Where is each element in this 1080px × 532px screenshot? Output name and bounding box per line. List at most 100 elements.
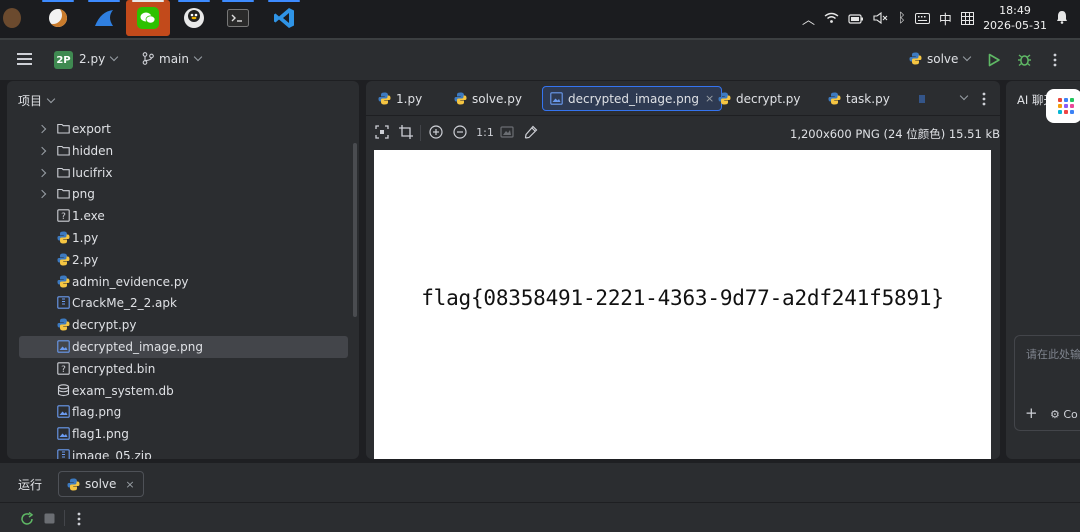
- tree-item-label: encrypted.bin: [72, 361, 156, 376]
- run-more-icon[interactable]: [77, 512, 81, 526]
- battery-icon[interactable]: [848, 12, 864, 24]
- editor-tab[interactable]: decrypted_image.png ×: [542, 86, 723, 111]
- archive-file-icon: [57, 296, 70, 310]
- run-panel-divider: [0, 502, 1080, 503]
- editor-tab[interactable]: solve.py: [454, 86, 522, 111]
- tree-file[interactable]: flag1.png: [7, 423, 351, 445]
- editor-area: 1.py solve.py decrypted_image.png × decrypt.…: [366, 81, 1000, 459]
- tree-file[interactable]: image_05.zip: [7, 445, 351, 459]
- background-toggle-icon[interactable]: [500, 125, 514, 139]
- apps-grid-icon: [1058, 98, 1074, 114]
- tree-file[interactable]: decrypted_image.png: [19, 336, 348, 358]
- ai-chat-input[interactable]: 请在此处输入 + ⚙ Co: [1014, 335, 1080, 431]
- tree-file[interactable]: 2.py: [7, 249, 351, 271]
- speaker-muted-icon[interactable]: [873, 12, 889, 24]
- crop-grid-icon[interactable]: [399, 125, 413, 139]
- tree-file[interactable]: admin_evidence.py: [7, 271, 351, 293]
- vcs-branch-selector[interactable]: main: [142, 52, 203, 66]
- debug-bug-icon[interactable]: [1017, 52, 1032, 67]
- chevron-up-icon[interactable]: ︿: [802, 9, 815, 28]
- run-toolbar-separator: [64, 510, 65, 526]
- svg-text:?: ?: [61, 365, 66, 375]
- close-tab-icon[interactable]: ×: [705, 92, 714, 105]
- main-menu-icon[interactable]: [17, 53, 32, 68]
- project-name: 2.py: [79, 52, 106, 66]
- ai-floating-widget[interactable]: [1046, 89, 1080, 123]
- taskbar-app-shark[interactable]: [82, 0, 126, 36]
- python-file-icon: [57, 318, 70, 331]
- run-tab-solve[interactable]: solve ×: [58, 471, 144, 497]
- model-selector[interactable]: ⚙ Co: [1050, 408, 1078, 421]
- editor-tab[interactable]: task.py: [828, 86, 890, 111]
- keyboard-icon[interactable]: [914, 12, 930, 24]
- tree-file[interactable]: exam_system.db: [7, 380, 351, 402]
- taskbar-app-qq[interactable]: [172, 0, 216, 36]
- project-tree-scrollbar[interactable]: [353, 143, 357, 317]
- system-clock[interactable]: 18:49 2026-05-31: [983, 3, 1047, 33]
- ime-grid-icon[interactable]: [960, 11, 974, 25]
- zoom-out-icon[interactable]: [453, 125, 467, 139]
- tree-folder[interactable]: hidden: [7, 140, 351, 162]
- taskbar-app-avatar[interactable]: [0, 0, 34, 36]
- taskbar-app-wechat[interactable]: [126, 0, 170, 36]
- clock-time: 18:49: [999, 4, 1031, 17]
- actual-size-button[interactable]: 1:1: [476, 125, 494, 139]
- stop-icon[interactable]: [44, 513, 55, 524]
- more-tabs-overflow-icon[interactable]: [919, 95, 925, 103]
- chevron-right-icon[interactable]: [37, 168, 47, 177]
- run-tool-window: 运行 solve ×: [0, 462, 1080, 532]
- run-config-name: solve: [927, 52, 959, 66]
- taskbar-app-vscode[interactable]: [262, 0, 306, 36]
- python-file-icon: [718, 92, 731, 105]
- fit-to-window-icon[interactable]: [375, 125, 389, 139]
- taskbar-app-terminal[interactable]: [216, 0, 260, 36]
- wifi-icon[interactable]: [824, 12, 839, 24]
- editor-more-icon[interactable]: [982, 92, 986, 106]
- close-run-tab-icon[interactable]: ×: [125, 478, 134, 491]
- tree-file[interactable]: CrackMe_2_2.apk: [7, 292, 351, 314]
- rerun-icon[interactable]: [20, 512, 34, 526]
- color-picker-icon[interactable]: [524, 125, 538, 139]
- editor-tab[interactable]: decrypt.py: [718, 86, 801, 111]
- svg-text:?: ?: [61, 212, 66, 222]
- tree-file[interactable]: ? encrypted.bin: [7, 358, 351, 380]
- tree-folder[interactable]: export: [7, 118, 351, 140]
- tree-item-label: export: [72, 122, 111, 136]
- tree-file[interactable]: decrypt.py: [7, 314, 351, 336]
- unknown-file-icon: ?: [57, 209, 70, 222]
- project-selector[interactable]: 2.py: [79, 52, 119, 66]
- add-context-icon[interactable]: +: [1025, 406, 1038, 421]
- terminal-icon: [227, 9, 249, 27]
- branch-name: main: [159, 52, 189, 66]
- python-icon: [67, 478, 80, 490]
- shark-fin-icon: [95, 10, 113, 26]
- ime-indicator[interactable]: 中: [939, 9, 952, 28]
- bluetooth-icon[interactable]: ᛒ: [898, 11, 906, 26]
- editor-tab-label: decrypted_image.png: [568, 91, 699, 106]
- folder-icon: [57, 123, 70, 134]
- tree-folder[interactable]: png: [7, 183, 351, 205]
- tree-file[interactable]: ? 1.exe: [7, 205, 351, 227]
- chevron-right-icon[interactable]: [37, 146, 47, 156]
- clock-date: 2026-05-31: [983, 19, 1047, 32]
- image-preview-canvas[interactable]: flag{08358491-2221-4363-9d77-a2df241f589…: [374, 150, 991, 459]
- unknown-file-icon: ?: [57, 362, 70, 375]
- taskbar-app-browser[interactable]: [36, 0, 80, 36]
- editor-tab[interactable]: 1.py: [378, 86, 422, 111]
- zoom-in-icon[interactable]: [429, 125, 443, 139]
- tree-file[interactable]: 1.py: [7, 227, 351, 249]
- notification-bell-icon[interactable]: [1056, 10, 1068, 24]
- moon-browser-icon: [49, 9, 67, 27]
- chevron-right-icon[interactable]: [37, 124, 47, 134]
- chevron-right-icon[interactable]: [37, 190, 47, 199]
- project-panel-title: 项目: [18, 94, 43, 108]
- tree-folder[interactable]: lucifrix: [7, 162, 351, 184]
- more-options-icon[interactable]: [1053, 53, 1057, 67]
- tabs-dropdown-chevron-icon[interactable]: [959, 91, 969, 101]
- project-panel-header[interactable]: 项目: [18, 92, 56, 109]
- tree-file[interactable]: flag.png: [7, 401, 351, 423]
- archive-file-icon: [57, 449, 70, 459]
- chevron-down-icon: [46, 94, 56, 104]
- run-config-selector[interactable]: solve: [909, 52, 972, 66]
- run-icon[interactable]: [987, 53, 1001, 67]
